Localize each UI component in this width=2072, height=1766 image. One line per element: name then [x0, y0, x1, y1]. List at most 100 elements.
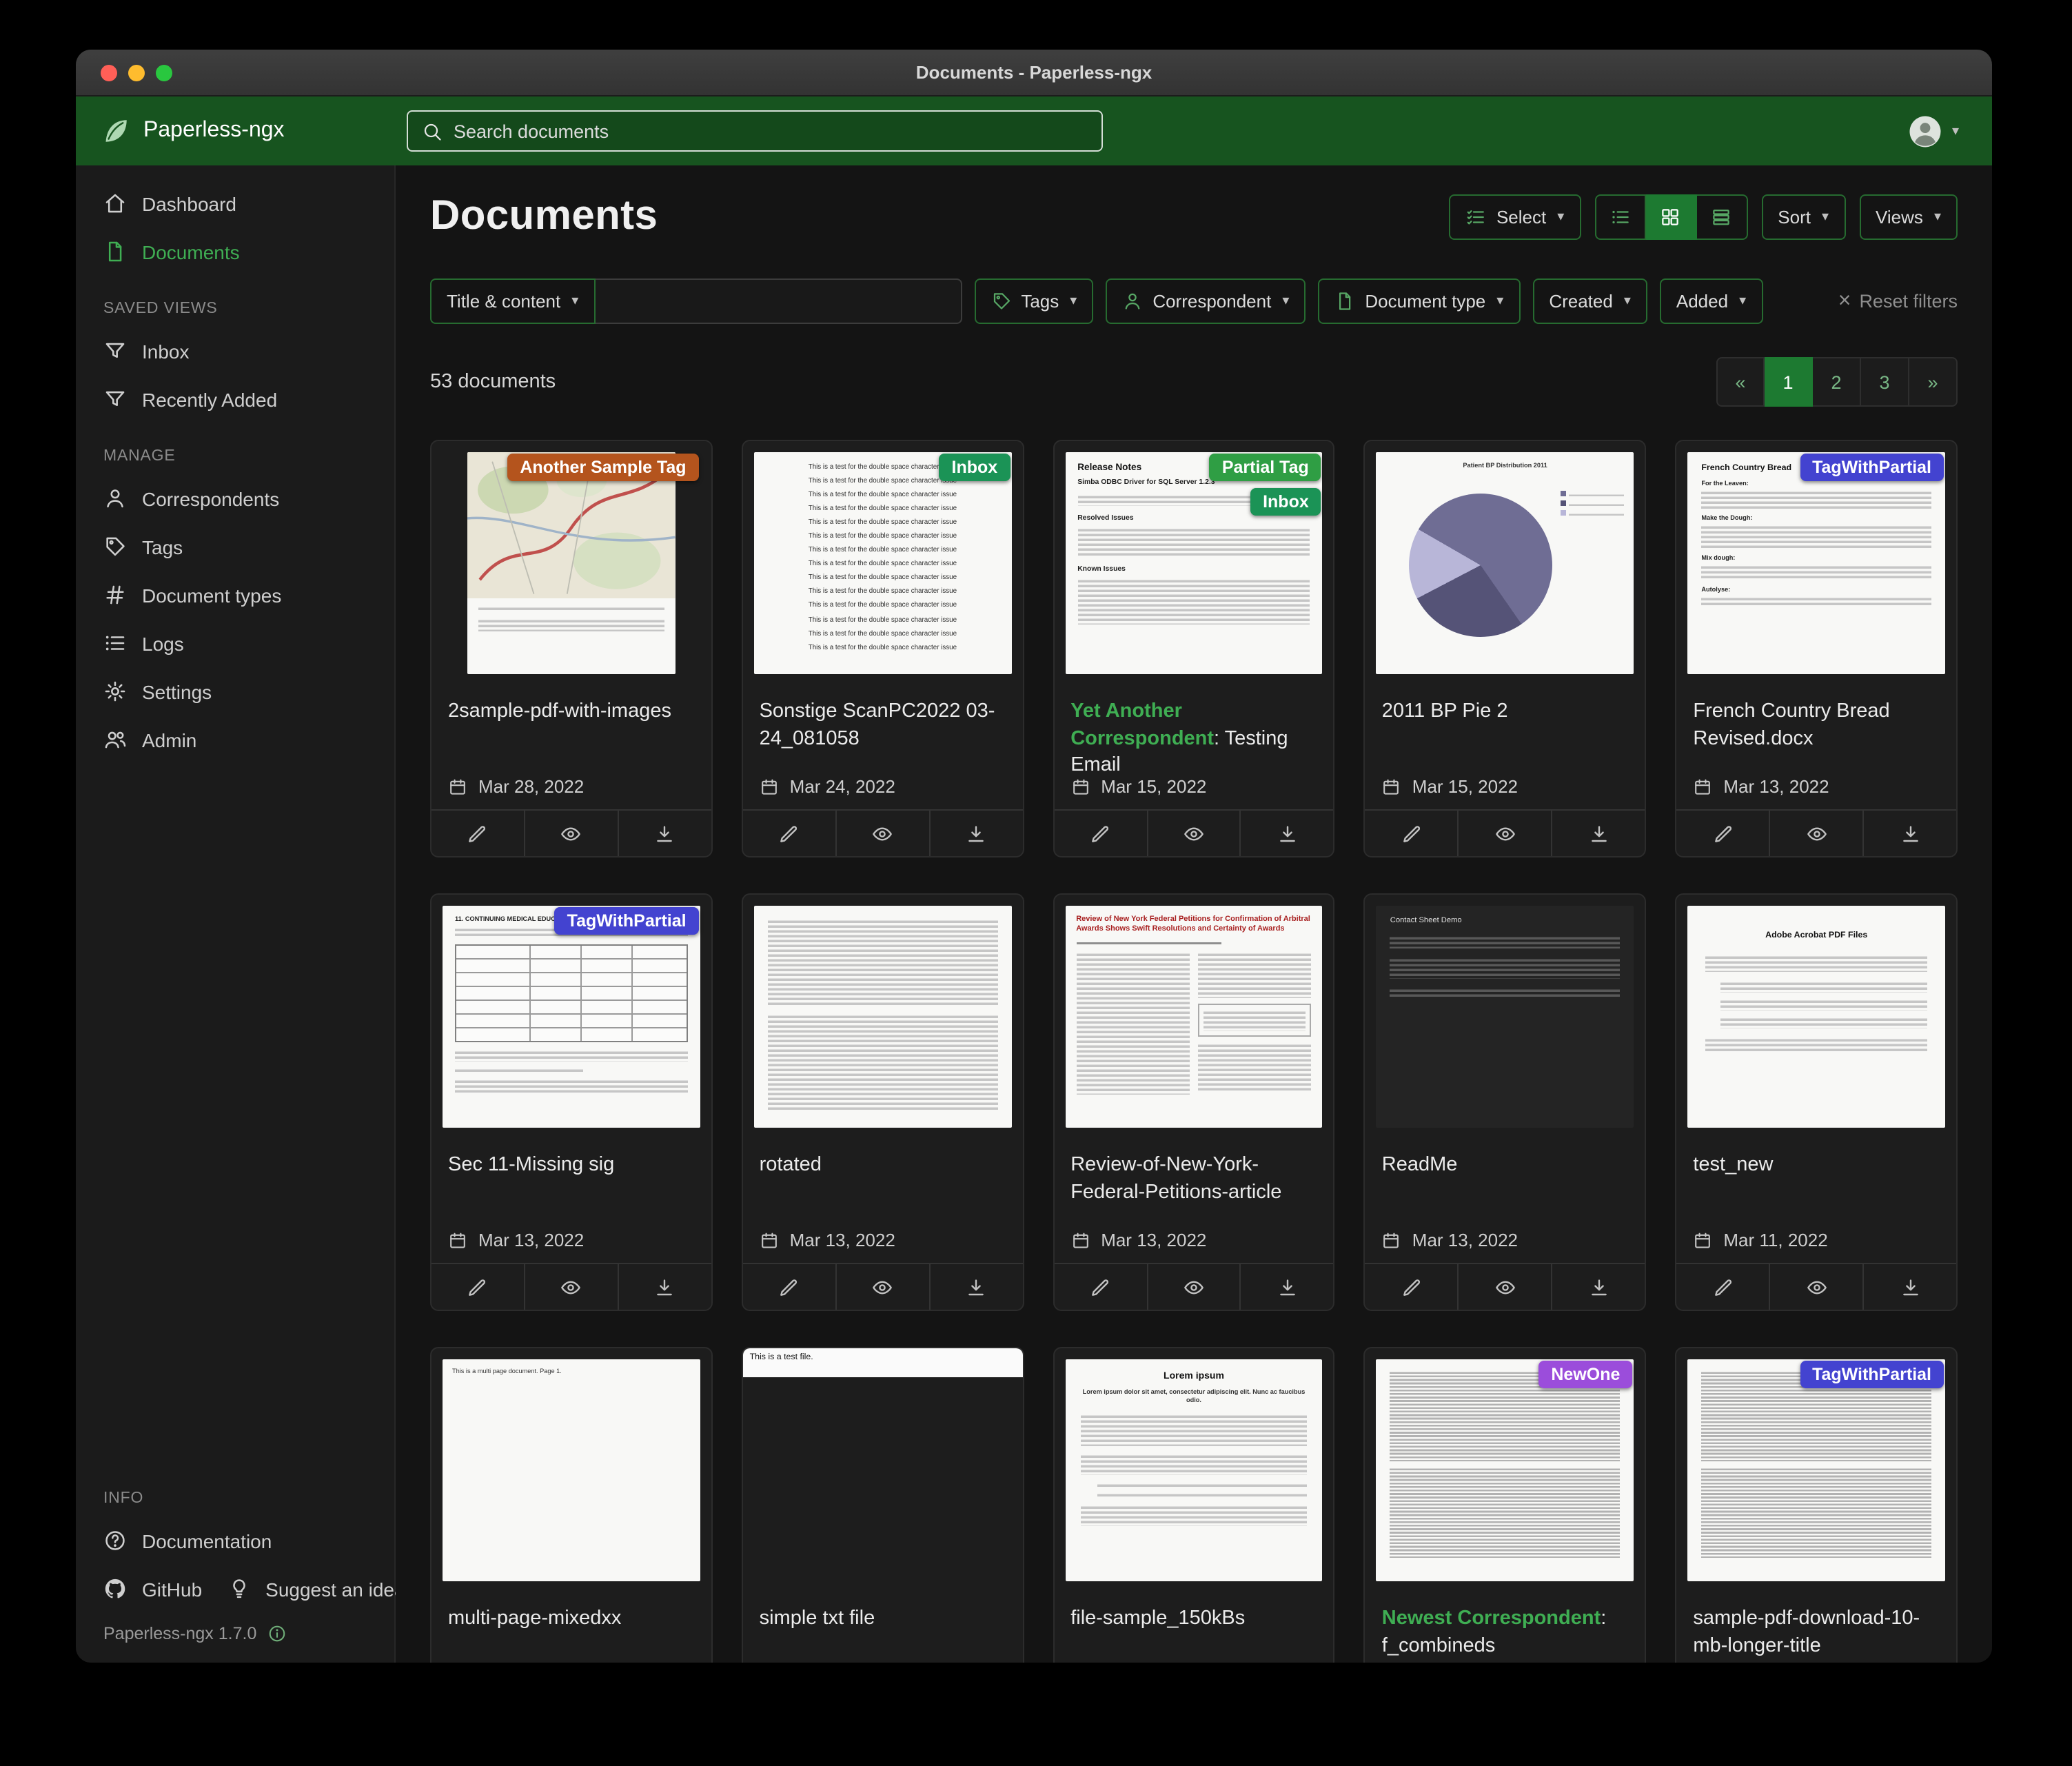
edit-document-button[interactable] [431, 811, 524, 856]
document-thumbnail[interactable]: Contact Sheet Demo [1365, 895, 1645, 1139]
sidebar-item-settings[interactable]: Settings [76, 667, 394, 715]
window-titlebar[interactable]: Documents - Paperless-ngx [76, 50, 1992, 97]
added-filter-button[interactable]: Added ▾ [1660, 278, 1763, 324]
edit-document-button[interactable] [1676, 1264, 1769, 1310]
download-document-button[interactable] [618, 811, 711, 856]
views-button[interactable]: Views ▾ [1859, 194, 1958, 239]
view-document-button[interactable] [1769, 1264, 1862, 1310]
tag-badge[interactable]: Another Sample Tag [507, 454, 698, 481]
zoom-window-button[interactable] [156, 64, 172, 81]
pagination-page-2[interactable]: 2 [1813, 357, 1861, 407]
document-thumbnail[interactable] [743, 895, 1023, 1139]
sidebar-item-correspondents[interactable]: Correspondents [76, 474, 394, 522]
global-search[interactable] [407, 110, 1103, 152]
tag-badge[interactable]: Inbox [1250, 488, 1321, 516]
title-content-filter-button[interactable]: Title & content ▾ [430, 278, 595, 324]
document-card[interactable]: Partial TagInbox Release Notes Simba ODB… [1053, 440, 1335, 857]
view-document-button[interactable] [1769, 811, 1862, 856]
minimize-window-button[interactable] [128, 64, 145, 81]
sidebar-item-logs[interactable]: Logs [76, 619, 394, 667]
document-title[interactable]: file-sample_150kBs [1054, 1592, 1334, 1654]
document-thumbnail[interactable]: This is a test file. [743, 1348, 1023, 1592]
document-type-filter-button[interactable]: Document type ▾ [1318, 278, 1520, 324]
document-thumbnail[interactable]: Review of New York Federal Petitions for… [1054, 895, 1334, 1139]
view-document-button[interactable] [1458, 1264, 1552, 1310]
reset-filters-button[interactable]: × Reset filters [1838, 290, 1958, 312]
document-title[interactable]: multi-page-mixedxx [431, 1592, 711, 1654]
document-thumbnail[interactable]: Adobe Acrobat PDF Files [1676, 895, 1956, 1139]
document-title[interactable]: 2011 BP Pie 2 [1365, 685, 1645, 747]
view-list-button[interactable] [1594, 194, 1645, 239]
title-content-filter-input[interactable] [595, 278, 962, 324]
tags-filter-button[interactable]: Tags ▾ [974, 278, 1093, 324]
edit-document-button[interactable] [1365, 811, 1458, 856]
document-title[interactable]: Sec 11-Missing sig [431, 1139, 711, 1201]
document-title[interactable]: sample-pdf-download-10-mb-longer-title [1676, 1592, 1956, 1660]
view-document-button[interactable] [1146, 1264, 1240, 1310]
created-filter-button[interactable]: Created ▾ [1532, 278, 1647, 324]
document-title[interactable]: rotated [743, 1139, 1023, 1201]
edit-document-button[interactable] [431, 1264, 524, 1310]
document-card[interactable]: Adobe Acrobat PDF Files test_new Mar 11,… [1675, 893, 1958, 1311]
tag-badge[interactable]: TagWithPartial [1800, 1361, 1944, 1388]
download-document-button[interactable] [1862, 1264, 1956, 1310]
document-thumbnail[interactable]: Inbox This is a test for the double spac… [743, 441, 1023, 685]
pagination-next[interactable]: » [1909, 357, 1958, 407]
download-document-button[interactable] [1552, 811, 1645, 856]
sidebar-item-suggest-idea[interactable]: Suggest an idea [213, 1565, 416, 1613]
download-document-button[interactable] [928, 1264, 1022, 1310]
view-document-button[interactable] [1146, 811, 1240, 856]
document-title[interactable]: Sonstige ScanPC2022 03-24_081058 [743, 685, 1023, 753]
download-document-button[interactable] [928, 811, 1022, 856]
tag-badge[interactable]: Partial Tag [1210, 454, 1321, 481]
sidebar-item-document-types[interactable]: Document types [76, 571, 394, 619]
pagination-prev[interactable]: « [1716, 357, 1765, 407]
tag-badge[interactable]: Inbox [939, 454, 1010, 481]
view-document-button[interactable] [835, 1264, 928, 1310]
document-card[interactable]: Patient BP Distribution 2011 2011 BP Pie… [1364, 440, 1647, 857]
document-thumbnail[interactable]: This is a multi page document. Page 1. [431, 1348, 711, 1592]
pagination-page-3[interactable]: 3 [1861, 357, 1909, 407]
document-title[interactable]: test_new [1676, 1139, 1956, 1201]
sidebar-item-recently-added[interactable]: Recently Added [76, 375, 394, 423]
document-thumbnail[interactable]: TagWithPartial [1676, 1348, 1956, 1592]
sidebar-item-documents[interactable]: Documents [76, 227, 394, 276]
document-card[interactable]: TagWithPartial 11. CONTINUING MEDICAL ED… [430, 893, 713, 1311]
sort-button[interactable]: Sort ▾ [1761, 194, 1845, 239]
view-document-button[interactable] [524, 811, 618, 856]
document-card[interactable]: Contact Sheet Demo ReadMe Mar 13, 2022 [1364, 893, 1647, 1311]
document-title[interactable]: 2sample-pdf-with-images [431, 685, 711, 747]
sidebar-item-documentation[interactable]: Documentation [76, 1516, 394, 1565]
document-thumbnail[interactable]: TagWithPartial 11. CONTINUING MEDICAL ED… [431, 895, 711, 1139]
edit-document-button[interactable] [743, 811, 835, 856]
user-menu[interactable]: ▾ [1907, 112, 1959, 150]
download-document-button[interactable] [1552, 1264, 1645, 1310]
download-document-button[interactable] [1862, 811, 1956, 856]
sidebar-item-github[interactable]: GitHub [76, 1565, 213, 1613]
document-title[interactable]: Yet Another Correspondent: Testing Email [1054, 685, 1334, 762]
pagination-page-1[interactable]: 1 [1765, 357, 1813, 407]
document-card[interactable]: This is a multi page document. Page 1. m… [430, 1347, 713, 1663]
document-thumbnail[interactable]: TagWithPartial French Country Bread For … [1676, 441, 1956, 685]
document-card[interactable]: Lorem ipsum Lorem ipsum dolor sit amet, … [1053, 1347, 1335, 1663]
document-card[interactable]: Review of New York Federal Petitions for… [1053, 893, 1335, 1311]
close-window-button[interactable] [101, 64, 117, 81]
document-card[interactable]: TagWithPartial sample-pdf-download-10-mb… [1675, 1347, 1958, 1663]
document-card[interactable]: This is a test file. simple txt file [742, 1347, 1024, 1663]
tag-badge[interactable]: NewOne [1538, 1361, 1632, 1388]
download-document-button[interactable] [1240, 1264, 1334, 1310]
edit-document-button[interactable] [1054, 811, 1146, 856]
edit-document-button[interactable] [743, 1264, 835, 1310]
sidebar-item-tags[interactable]: Tags [76, 522, 394, 571]
document-thumbnail[interactable]: Patient BP Distribution 2011 [1365, 441, 1645, 685]
document-thumbnail[interactable]: Another Sample Tag [431, 441, 711, 685]
document-thumbnail[interactable]: NewOne [1365, 1348, 1645, 1592]
document-title[interactable]: simple txt file [743, 1592, 1023, 1654]
view-detail-button[interactable] [1696, 194, 1747, 239]
document-title[interactable]: French Country Bread Revised.docx [1676, 685, 1956, 753]
document-card[interactable]: Another Sample Tag 2sample-pdf-with-imag… [430, 440, 713, 857]
document-title[interactable]: ReadMe [1365, 1139, 1645, 1201]
select-button[interactable]: Select ▾ [1450, 194, 1581, 239]
sidebar-item-inbox[interactable]: Inbox [76, 327, 394, 375]
view-document-button[interactable] [524, 1264, 618, 1310]
